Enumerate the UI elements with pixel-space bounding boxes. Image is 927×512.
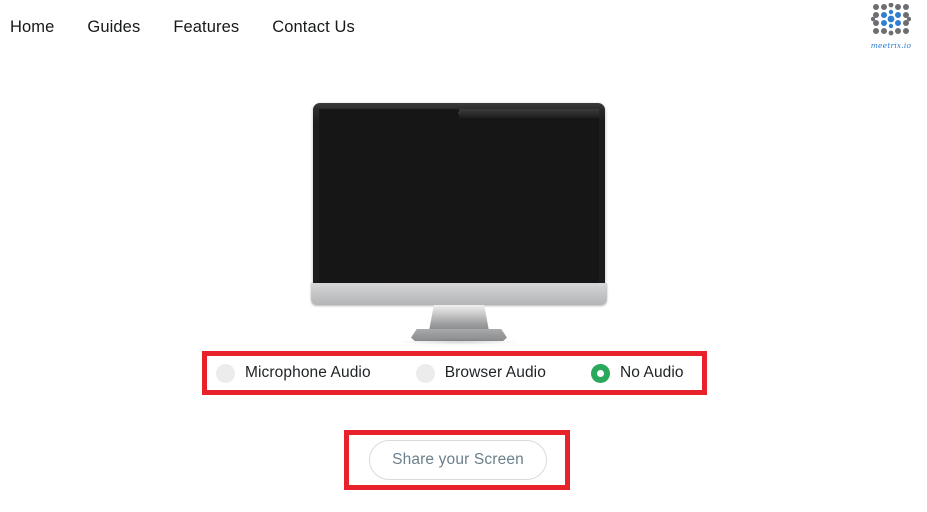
- meetrix-dot-matrix-logo-icon: [871, 3, 911, 40]
- nav-item-contact-us[interactable]: Contact Us: [272, 18, 355, 37]
- main-navigation: Home Guides Features Contact Us: [10, 18, 355, 37]
- audio-options-group: Microphone Audio Browser Audio No Audio: [202, 351, 707, 395]
- radio-no-audio-label: No Audio: [619, 364, 684, 381]
- radio-no-audio[interactable]: No Audio: [590, 363, 684, 383]
- radio-no-audio-icon[interactable]: [590, 363, 610, 383]
- radio-browser-audio-icon[interactable]: [415, 363, 435, 383]
- share-your-screen-button[interactable]: Share your Screen: [369, 440, 547, 480]
- radio-microphone-audio-icon[interactable]: [216, 363, 235, 383]
- brand-logo[interactable]: meetrix.io: [866, 3, 916, 53]
- monitor-drop-shadow: [397, 339, 521, 345]
- nav-item-home[interactable]: Home: [10, 18, 54, 37]
- brand-wordmark: meetrix.io: [870, 41, 912, 50]
- monitor-stand-neck: [429, 305, 489, 331]
- nav-item-guides[interactable]: Guides: [87, 18, 140, 37]
- monitor-screen: [319, 109, 599, 303]
- radio-browser-audio[interactable]: Browser Audio: [415, 363, 546, 383]
- radio-microphone-audio-label: Microphone Audio: [245, 364, 371, 381]
- desktop-monitor-illustration: [311, 103, 607, 345]
- radio-microphone-audio[interactable]: Microphone Audio: [216, 363, 371, 383]
- screen-reflection: [459, 109, 599, 118]
- monitor-bezel: [313, 103, 605, 303]
- monitor-chin: [311, 283, 607, 305]
- webcam-dot-icon: [458, 112, 460, 114]
- site-header: Home Guides Features Contact Us meetrix.…: [0, 0, 927, 58]
- radio-browser-audio-label: Browser Audio: [444, 364, 546, 381]
- nav-item-features[interactable]: Features: [173, 18, 239, 37]
